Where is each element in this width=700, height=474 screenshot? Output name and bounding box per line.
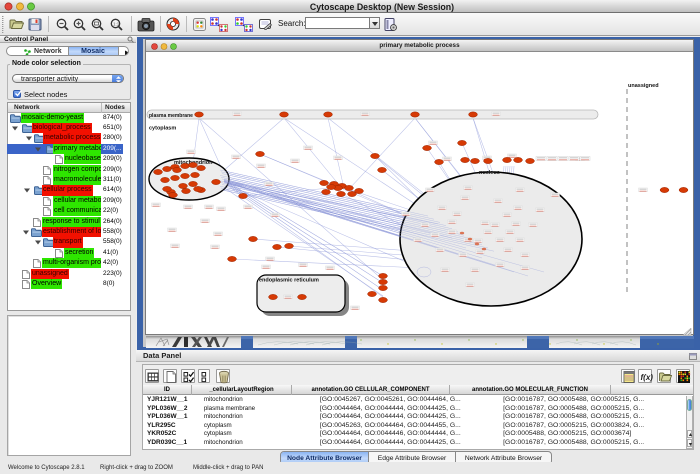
svg-text:f(x): f(x) — [641, 373, 654, 382]
svg-text:1:1: 1:1 — [113, 21, 120, 26]
svg-text:nucleus: nucleus — [479, 170, 500, 176]
svg-text:cytoplasm: cytoplasm — [149, 126, 176, 132]
svg-text:endoplasmic reticulum: endoplasmic reticulum — [259, 278, 319, 284]
svg-text:unassigned: unassigned — [628, 83, 659, 89]
svg-text:plasma membrane: plasma membrane — [149, 113, 193, 119]
